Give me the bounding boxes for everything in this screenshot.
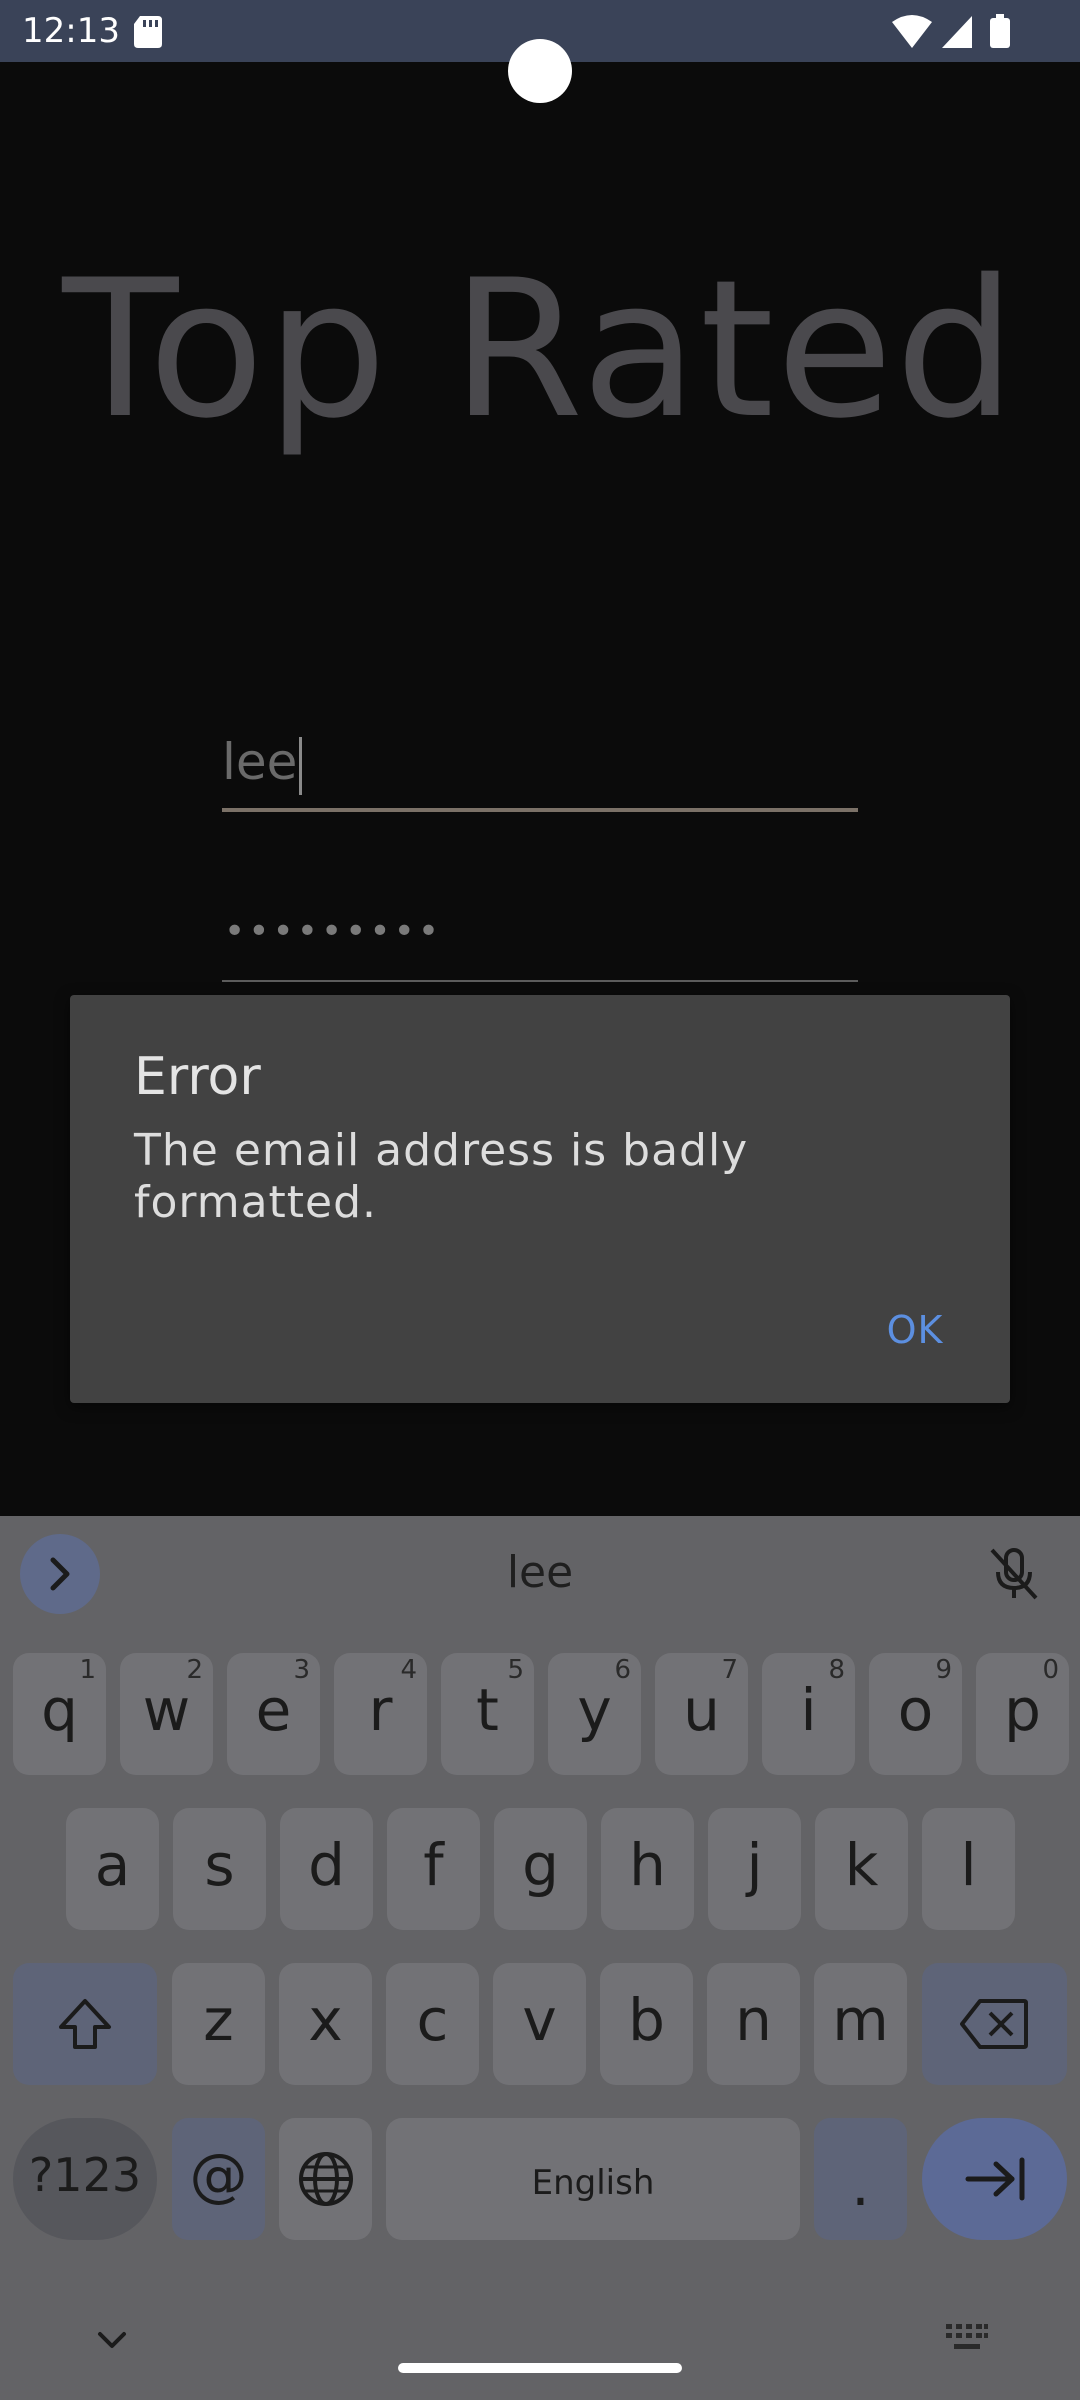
backspace-key[interactable] <box>922 1963 1067 2085</box>
key-e[interactable]: e3 <box>227 1653 320 1775</box>
chevron-right-icon <box>50 1557 70 1591</box>
language-key[interactable] <box>279 2118 372 2240</box>
key-l[interactable]: l <box>922 1808 1015 1930</box>
key-q[interactable]: q1 <box>13 1653 106 1775</box>
status-icons <box>892 14 1010 48</box>
key-label: n <box>735 1986 772 2054</box>
key-label: z <box>203 1986 234 2054</box>
key-label: s <box>204 1831 235 1899</box>
battery-icon <box>990 14 1010 48</box>
key-label: l <box>960 1831 977 1899</box>
key-s[interactable]: s <box>173 1808 266 1930</box>
shift-icon <box>59 1999 111 2049</box>
key-label: h <box>629 1831 666 1899</box>
key-x[interactable]: x <box>279 1963 372 2085</box>
app-title: Top Rated <box>62 239 1018 460</box>
key-p[interactable]: p0 <box>976 1653 1069 1775</box>
suggestion-word[interactable]: lee <box>440 1538 640 1608</box>
key-label: a <box>94 1831 131 1899</box>
error-dialog: Error The email address is badly formatt… <box>70 995 1010 1403</box>
password-field[interactable]: ••••••••• <box>222 900 858 982</box>
camera-cutout <box>508 39 572 103</box>
keyboard-switch-icon[interactable] <box>944 2322 990 2354</box>
key-hint: 7 <box>721 1655 738 1685</box>
key-u[interactable]: u7 <box>655 1653 748 1775</box>
password-value: ••••••••• <box>224 911 443 952</box>
wifi-icon <box>892 15 932 48</box>
status-time: 12:13 <box>22 11 120 51</box>
key-t[interactable]: t5 <box>441 1653 534 1775</box>
email-field[interactable]: lee <box>222 720 858 812</box>
sd-card-icon <box>134 16 162 48</box>
key-g[interactable]: g <box>494 1808 587 1930</box>
period-label: . <box>851 2151 870 2219</box>
key-label: f <box>423 1831 444 1899</box>
email-underline <box>222 808 858 812</box>
key-m[interactable]: m <box>814 1963 907 2085</box>
key-label: x <box>308 1986 343 2054</box>
key-hint: 0 <box>1042 1655 1059 1685</box>
key-label: b <box>628 1986 665 2054</box>
next-key[interactable] <box>922 2118 1067 2240</box>
symbols-key[interactable]: ?123 <box>13 2118 157 2240</box>
space-key[interactable]: English <box>386 2118 800 2240</box>
dialog-message: The email address is badly formatted. <box>134 1125 749 1228</box>
key-z[interactable]: z <box>172 1963 265 2085</box>
key-a[interactable]: a <box>66 1808 159 1930</box>
key-label: d <box>308 1831 345 1899</box>
key-hint: 4 <box>400 1655 417 1685</box>
key-r[interactable]: r4 <box>334 1653 427 1775</box>
email-input-text: lee <box>222 730 303 795</box>
chevron-down-icon[interactable] <box>92 2320 132 2360</box>
key-label: m <box>832 1986 889 2054</box>
email-value: lee <box>222 733 298 791</box>
keyboard: lee ?123 @ English . q 1 w 2 e 3 r 4 t 5… <box>0 1516 1080 2400</box>
key-o[interactable]: o9 <box>869 1653 962 1775</box>
key-y[interactable]: y6 <box>548 1653 641 1775</box>
key-label: g <box>522 1831 559 1899</box>
key-hint: 1 <box>79 1655 96 1685</box>
key-label: j <box>746 1831 763 1899</box>
key-label: c <box>416 1986 449 2054</box>
symbols-label: ?123 <box>28 2148 142 2202</box>
dialog-title: Error <box>134 1047 261 1107</box>
key-f[interactable]: f <box>387 1808 480 1930</box>
key-v[interactable]: v <box>493 1963 586 2085</box>
text-caret <box>299 736 303 795</box>
key-label: k <box>844 1831 879 1899</box>
key-b[interactable]: b <box>600 1963 693 2085</box>
signal-icon <box>942 16 972 48</box>
tab-next-icon <box>965 2157 1025 2201</box>
password-underline <box>222 980 858 982</box>
key-j[interactable]: j <box>708 1808 801 1930</box>
key-n[interactable]: n <box>707 1963 800 2085</box>
key-label: v <box>522 1986 557 2054</box>
key-c[interactable]: c <box>386 1963 479 2085</box>
expand-toolbar-button[interactable] <box>20 1534 100 1614</box>
key-hint: 9 <box>935 1655 952 1685</box>
at-key[interactable]: @ <box>172 2118 265 2240</box>
key-hint: 3 <box>293 1655 310 1685</box>
key-hint: 2 <box>186 1655 203 1685</box>
key-k[interactable]: k <box>815 1808 908 1930</box>
key-hint: 5 <box>507 1655 524 1685</box>
key-hint: 8 <box>828 1655 845 1685</box>
key-w[interactable]: w2 <box>120 1653 213 1775</box>
key-hint: 6 <box>614 1655 631 1685</box>
at-label: @ <box>189 2141 248 2209</box>
globe-icon <box>299 2152 353 2206</box>
space-label: English <box>531 2163 655 2203</box>
key-d[interactable]: d <box>280 1808 373 1930</box>
ok-button[interactable]: OK <box>860 1295 970 1365</box>
period-key[interactable]: . <box>814 2118 907 2240</box>
shift-key[interactable] <box>13 1963 157 2085</box>
key-h[interactable]: h <box>601 1808 694 1930</box>
mic-off-icon[interactable] <box>986 1544 1042 1604</box>
backspace-icon <box>960 1999 1028 2049</box>
home-gesture-handle[interactable] <box>398 2363 682 2373</box>
key-i[interactable]: i8 <box>762 1653 855 1775</box>
